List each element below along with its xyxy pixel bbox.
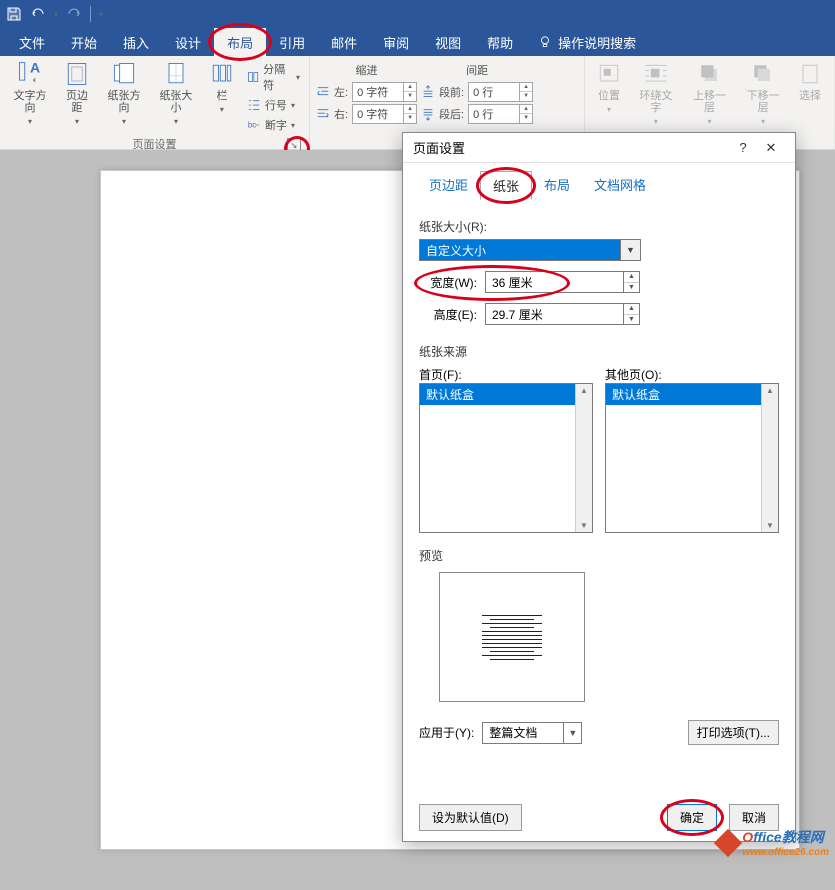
ribbon-tabs: 文件 开始 插入 设计 布局 引用 邮件 审阅 视图 帮助 操作说明搜索	[0, 28, 835, 56]
tab-help[interactable]: 帮助	[474, 28, 526, 56]
line-numbers-button[interactable]: 行号▾	[244, 96, 303, 114]
spin-up-icon[interactable]: ▲	[624, 304, 639, 315]
dialog-tab-paper[interactable]: 纸张	[480, 171, 532, 200]
orientation-button[interactable]: 纸张方向▾	[100, 58, 148, 130]
preview-label: 预览	[419, 547, 779, 564]
tab-references[interactable]: 引用	[266, 28, 318, 56]
spacing-before-input[interactable]: 0 行▲▼	[468, 82, 533, 102]
quick-access-toolbar: ▾ ▾	[0, 0, 835, 28]
scrollbar[interactable]: ▲▼	[761, 384, 778, 532]
first-page-listbox[interactable]: 默认纸盒 ▲▼	[419, 383, 593, 533]
selection-pane-button[interactable]: 选择	[792, 58, 828, 104]
page-setup-dialog: 页面设置 ? ✕ 页边距 纸张 布局 文档网格 纸张大小(R): 自定义大小 ▼…	[402, 132, 796, 842]
dialog-tab-layout[interactable]: 布局	[532, 171, 582, 200]
paper-size-selected: 自定义大小	[420, 240, 620, 260]
spacing-before-icon	[421, 85, 435, 99]
paper-size-label: 纸张大小(R):	[419, 218, 779, 235]
tab-home[interactable]: 开始	[58, 28, 110, 56]
dialog-close-button[interactable]: ✕	[757, 140, 785, 156]
height-label: 高度(E):	[419, 306, 477, 323]
spacing-after-input[interactable]: 0 行▲▼	[468, 104, 533, 124]
send-backward-button[interactable]: 下移一层▾	[738, 58, 788, 130]
tab-file[interactable]: 文件	[6, 28, 58, 56]
indent-right-label: 右:	[334, 106, 348, 122]
separator	[90, 6, 91, 22]
apply-to-combo[interactable]: 整篇文档 ▼	[482, 722, 582, 744]
indent-right-input[interactable]: 0 字符▲▼	[352, 104, 417, 124]
list-item[interactable]: 默认纸盒	[420, 384, 592, 405]
logo-cube-icon	[714, 828, 742, 856]
customize-qat-icon[interactable]: ▾	[99, 10, 103, 19]
other-pages-label: 其他页(O):	[605, 366, 779, 383]
redo-icon[interactable]	[66, 6, 82, 22]
set-default-button[interactable]: 设为默认值(D)	[419, 804, 522, 831]
dialog-tab-grid[interactable]: 文档网格	[582, 171, 658, 200]
tab-layout[interactable]: 布局	[214, 28, 266, 56]
spacing-before-label: 段前:	[439, 84, 464, 100]
tab-insert[interactable]: 插入	[110, 28, 162, 56]
dialog-title: 页面设置	[413, 138, 729, 157]
margins-button[interactable]: 页边距▾	[58, 58, 96, 130]
svg-text:bc: bc	[248, 121, 256, 130]
print-options-button[interactable]: 打印选项(T)...	[688, 720, 779, 745]
text-direction-button[interactable]: A 文字方向▾	[6, 58, 54, 130]
spacing-after-icon	[421, 107, 435, 121]
breaks-button[interactable]: 分隔符▾	[244, 60, 303, 94]
indent-left-icon	[316, 85, 330, 99]
height-input[interactable]: 29.7 厘米 ▲▼	[485, 303, 640, 325]
tab-review[interactable]: 审阅	[370, 28, 422, 56]
chevron-down-icon[interactable]: ▼	[563, 723, 581, 743]
height-field-row: 高度(E): 29.7 厘米 ▲▼	[419, 303, 779, 325]
indent-right-icon	[316, 107, 330, 121]
save-icon[interactable]	[6, 6, 22, 22]
scrollbar[interactable]: ▲▼	[575, 384, 592, 532]
undo-dropdown-icon[interactable]: ▾	[54, 10, 58, 19]
list-item[interactable]: 默认纸盒	[606, 384, 778, 405]
tab-mailings[interactable]: 邮件	[318, 28, 370, 56]
other-pages-listbox[interactable]: 默认纸盒 ▲▼	[605, 383, 779, 533]
preview-box	[439, 572, 585, 702]
indent-left-input[interactable]: 0 字符▲▼	[352, 82, 417, 102]
columns-button[interactable]: 栏▾	[204, 58, 240, 118]
paper-source-label: 纸张来源	[419, 343, 779, 360]
first-page-label: 首页(F):	[419, 366, 593, 383]
indent-left-label: 左:	[334, 84, 348, 100]
apply-to-row: 应用于(Y): 整篇文档 ▼ 打印选项(T)...	[419, 720, 779, 745]
tell-me-label: 操作说明搜索	[558, 33, 636, 52]
apply-to-label: 应用于(Y):	[419, 724, 474, 741]
tab-design[interactable]: 设计	[162, 28, 214, 56]
watermark: Office教程网 www.office26.com	[718, 827, 829, 858]
line-numbers-icon	[247, 98, 261, 112]
wrap-text-button[interactable]: 环绕文字▾	[631, 58, 681, 130]
breaks-icon	[247, 70, 259, 84]
spin-down-icon[interactable]: ▼	[624, 315, 639, 325]
undo-icon[interactable]	[30, 6, 46, 22]
paper-size-combo[interactable]: 自定义大小 ▼	[419, 239, 641, 261]
dialog-tabs: 页边距 纸张 布局 文档网格	[403, 163, 795, 200]
width-label: 宽度(W):	[419, 274, 477, 291]
preview-page-icon	[457, 585, 567, 689]
spacing-after-label: 段后:	[439, 106, 464, 122]
paper-size-button[interactable]: 纸张大小▾	[152, 58, 200, 130]
ok-button[interactable]: 确定	[667, 804, 717, 831]
spacing-header: 间距	[421, 60, 533, 80]
dialog-tab-margins[interactable]: 页边距	[417, 171, 480, 200]
lightbulb-icon	[538, 35, 552, 49]
dialog-titlebar: 页面设置 ? ✕	[403, 133, 795, 163]
spin-up-icon[interactable]: ▲	[624, 272, 639, 283]
indent-header: 缩进	[316, 60, 417, 80]
spin-down-icon[interactable]: ▼	[624, 283, 639, 293]
group-page-setup: A 文字方向▾ 页边距▾ 纸张方向▾ 纸张大小▾ 栏▾	[0, 56, 310, 149]
bring-forward-button[interactable]: 上移一层▾	[685, 58, 735, 130]
hyphenation-button[interactable]: bc 断字▾	[244, 116, 303, 134]
chevron-down-icon[interactable]: ▼	[620, 240, 640, 260]
width-field-row: 宽度(W): 36 厘米 ▲▼	[419, 271, 779, 293]
width-input[interactable]: 36 厘米 ▲▼	[485, 271, 640, 293]
hyphenation-icon: bc	[247, 118, 261, 132]
svg-text:A: A	[30, 60, 40, 75]
tab-view[interactable]: 视图	[422, 28, 474, 56]
position-button[interactable]: 位置▾	[591, 58, 627, 118]
tell-me-search[interactable]: 操作说明搜索	[538, 28, 636, 56]
dialog-help-button[interactable]: ?	[729, 140, 757, 155]
